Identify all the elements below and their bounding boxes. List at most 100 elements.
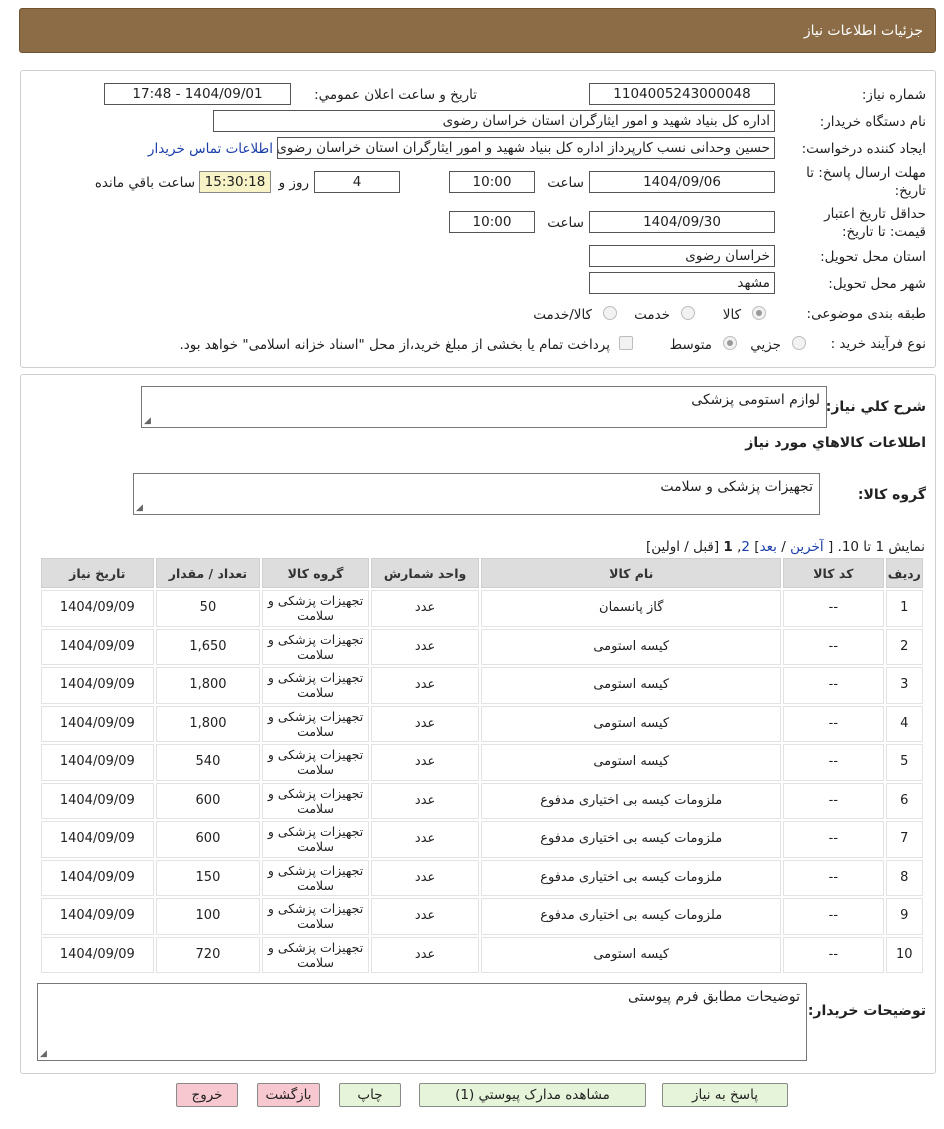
cell-quantity: 100 (155, 898, 261, 935)
view-attachments-button[interactable]: مشاهده مدارک پيوستي (1) (419, 1083, 646, 1107)
cell-need-date: 1404/09/09 (41, 590, 154, 627)
paging-next-link[interactable]: بعد (760, 539, 777, 555)
buyer-notes-textarea[interactable]: توضیحات مطابق فرم پیوستی ◢ (37, 983, 807, 1061)
days-label: روز و (278, 175, 309, 191)
remaining-time-field: 15:30:18 (199, 171, 271, 193)
cell-unit: عدد (370, 859, 480, 896)
cell-quantity: 1,800 (155, 667, 261, 704)
requester-label: ايجاد کننده درخواست: (801, 141, 926, 157)
table-header-row: رديف کد کالا نام کالا واحد شمارش گروه کا… (41, 558, 923, 588)
city-field: مشهد (589, 272, 775, 294)
col-code-header: کد کالا (783, 558, 884, 588)
cell-item-code: -- (783, 705, 884, 742)
validity-time-field: 10:00 (449, 211, 535, 233)
col-qty-header: تعداد / مقدار (155, 558, 261, 588)
cell-quantity: 50 (155, 590, 261, 627)
print-button[interactable]: چاپ (339, 1083, 401, 1107)
remaining-label: ساعت باقي مانده (94, 175, 195, 191)
process-radio-medium[interactable] (723, 336, 737, 350)
cell-unit: عدد (370, 705, 480, 742)
cell-unit: عدد (370, 936, 480, 973)
cell-item-name: کیسه استومی (481, 667, 782, 704)
cell-unit: عدد (370, 628, 480, 665)
exit-button[interactable]: خروج (176, 1083, 238, 1107)
desc-value: لوازم استومی پزشکی (691, 392, 820, 408)
cell-row-number: 2 (885, 628, 923, 665)
paging-page-2[interactable]: 2 (741, 539, 750, 555)
cell-unit: عدد (370, 590, 480, 627)
cell-item-code: -- (783, 936, 884, 973)
deadline-time-field: 10:00 (449, 171, 535, 193)
cell-item-name: ملزومات کیسه بی اختیاری مدفوع (481, 898, 782, 935)
buyer-notes-value: توضیحات مطابق فرم پیوستی (628, 989, 800, 1005)
cell-row-number: 3 (885, 667, 923, 704)
cell-unit: عدد (370, 667, 480, 704)
city-label: شهر محل تحويل: (828, 276, 926, 292)
cell-need-date: 1404/09/09 (41, 628, 154, 665)
cell-quantity: 1,650 (155, 628, 261, 665)
category-radio-goods[interactable] (752, 306, 766, 320)
pagination: نمایش 1 تا 10. [ آخرين / بعد] 2, 1 [قبل … (645, 539, 925, 555)
paging-suffix: [قبل / اولين] (645, 539, 720, 555)
group-textarea[interactable]: تجهیزات پزشکی و سلامت ◢ (133, 473, 820, 515)
col-row-header: رديف (885, 558, 923, 588)
cell-group: تجهیزات پزشکی و سلامت (262, 821, 369, 858)
desc-textarea[interactable]: لوازم استومی پزشکی ◢ (141, 386, 827, 428)
cell-item-code: -- (783, 821, 884, 858)
resize-grip-icon[interactable]: ◢ (144, 416, 151, 426)
table-row: 10 -- کیسه استومی عدد تجهیزات پزشکی و سلامت 7… (41, 936, 923, 973)
cell-unit: عدد (370, 782, 480, 819)
reply-button[interactable]: پاسخ به نياز (662, 1083, 788, 1107)
process-option-minor: جزيي (750, 337, 781, 353)
group-label: گروه کالا: (857, 487, 926, 503)
cell-item-code: -- (783, 590, 884, 627)
table-row: 9 -- ملزومات کیسه بی اختیاری مدفوع عدد تجهیز… (41, 898, 923, 935)
cell-need-date: 1404/09/09 (41, 821, 154, 858)
deadline-label-2: تاريخ: (894, 183, 926, 199)
buyer-contact-link[interactable]: اطلاعات تماس خريدار (148, 141, 273, 157)
announce-field: 1404/09/01 - 17:48 (104, 83, 291, 105)
cell-need-date: 1404/09/09 (41, 705, 154, 742)
cell-item-name: کیسه استومی (481, 705, 782, 742)
back-button[interactable]: بازگشت (257, 1083, 320, 1107)
need-number-field: 1104005243000048 (589, 83, 775, 105)
goods-panel: شرح کلي نياز: لوازم استومی پزشکی ◢ اطلاع… (20, 374, 936, 1074)
table-row: 5 -- کیسه استومی عدد تجهیزات پزشکی و سلامت 54… (41, 744, 923, 781)
process-option-medium: متوسط (669, 337, 712, 353)
category-radio-service[interactable] (681, 306, 695, 320)
resize-grip-icon[interactable]: ◢ (136, 503, 143, 513)
col-unit-header: واحد شمارش (370, 558, 480, 588)
cell-need-date: 1404/09/09 (41, 898, 154, 935)
cell-need-date: 1404/09/09 (41, 782, 154, 819)
cell-item-name: ملزومات کیسه بی اختیاری مدفوع (481, 821, 782, 858)
paging-page-1: 1 (723, 539, 733, 555)
paging-last-link[interactable]: آخرين (790, 539, 824, 555)
items-table: رديف کد کالا نام کالا واحد شمارش گروه کا… (39, 556, 925, 975)
page-title: جزئيات اطلاعات نياز (803, 23, 923, 39)
group-value: تجهیزات پزشکی و سلامت (660, 479, 813, 495)
announce-label: تاريخ و ساعت اعلان عمومي: (314, 87, 477, 103)
cell-item-name: ملزومات کیسه بی اختیاری مدفوع (481, 782, 782, 819)
buyer-org-field: اداره کل بنیاد شهید و امور ایثارگران است… (213, 110, 775, 132)
deadline-date-field: 1404/09/06 (589, 171, 775, 193)
table-row: 6 -- ملزومات کیسه بی اختیاری مدفوع عدد تجهیز… (41, 782, 923, 819)
process-radio-minor[interactable] (792, 336, 806, 350)
cell-group: تجهیزات پزشکی و سلامت (262, 705, 369, 742)
col-date-header: تاريخ نياز (41, 558, 154, 588)
cell-row-number: 8 (885, 859, 923, 896)
resize-grip-icon[interactable]: ◢ (40, 1049, 47, 1059)
deadline-time-label: ساعت (547, 175, 584, 191)
cell-unit: عدد (370, 744, 480, 781)
treasury-checkbox[interactable] (619, 336, 633, 350)
table-row: 1 -- گاز پانسمان عدد تجهیزات پزشکی و سلامت 50… (41, 590, 923, 627)
province-label: استان محل تحويل: (820, 249, 926, 265)
cell-quantity: 600 (155, 821, 261, 858)
cell-need-date: 1404/09/09 (41, 859, 154, 896)
cell-item-name: کیسه استومی (481, 936, 782, 973)
cell-row-number: 6 (885, 782, 923, 819)
category-radio-both[interactable] (603, 306, 617, 320)
validity-time-label: ساعت (547, 215, 584, 231)
validity-date-field: 1404/09/30 (589, 211, 775, 233)
cell-unit: عدد (370, 898, 480, 935)
cell-item-code: -- (783, 628, 884, 665)
